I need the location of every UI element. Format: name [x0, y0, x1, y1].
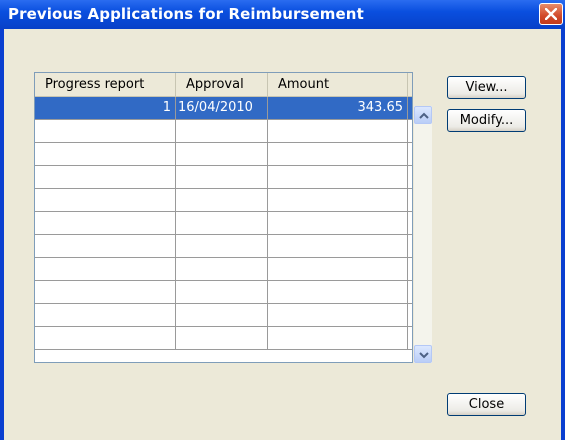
table-row[interactable] — [35, 327, 412, 350]
window-title: Previous Applications for Reimbursement — [8, 5, 364, 23]
table-cell — [176, 212, 268, 234]
table-cell — [176, 189, 268, 211]
scroll-up-button[interactable] — [414, 106, 432, 124]
table-cell — [35, 120, 176, 142]
table-row[interactable] — [35, 235, 412, 258]
table-cell — [268, 304, 408, 326]
table-cell — [176, 258, 268, 280]
table-cell — [176, 120, 268, 142]
table-row[interactable] — [35, 258, 412, 281]
table-cell — [268, 120, 408, 142]
table-cell — [268, 235, 408, 257]
applications-table: Progress report Approval Amount 1 16/04/… — [34, 72, 413, 363]
table-row[interactable] — [35, 143, 412, 166]
table-cell — [268, 281, 408, 303]
table-row[interactable] — [35, 281, 412, 304]
table-cell — [35, 189, 176, 211]
table-cell — [268, 212, 408, 234]
chevron-down-icon — [419, 352, 429, 359]
dialog-client-area: Progress report Approval Amount 1 16/04/… — [4, 29, 561, 440]
chevron-up-icon — [419, 112, 429, 119]
vertical-scrollbar[interactable] — [414, 106, 432, 363]
table-cell — [176, 235, 268, 257]
close-window-button[interactable] — [539, 3, 563, 25]
table-row[interactable] — [35, 120, 412, 143]
table-cell — [176, 143, 268, 165]
table-cell — [35, 258, 176, 280]
title-bar[interactable]: Previous Applications for Reimbursement — [0, 0, 565, 29]
table-cell — [35, 281, 176, 303]
table-cell — [35, 235, 176, 257]
table-cell — [35, 212, 176, 234]
table-row-selected[interactable]: 1 16/04/2010 343.65 — [35, 97, 412, 120]
table-cell — [176, 327, 268, 349]
table-row[interactable] — [35, 166, 412, 189]
table-cell — [268, 189, 408, 211]
cell-progress-report: 1 — [35, 97, 176, 119]
column-header-progress-report[interactable]: Progress report — [35, 73, 176, 96]
table-cell — [268, 166, 408, 188]
scroll-down-button[interactable] — [414, 345, 432, 363]
close-button[interactable]: Close — [447, 393, 526, 416]
dialog-window: Previous Applications for Reimbursement … — [0, 0, 565, 440]
table-cell — [176, 304, 268, 326]
table-header: Progress report Approval Amount — [35, 73, 412, 97]
column-header-amount[interactable]: Amount — [268, 73, 408, 96]
table-cell — [176, 166, 268, 188]
table-row[interactable] — [35, 189, 412, 212]
table-cell — [268, 258, 408, 280]
modify-button[interactable]: Modify... — [447, 109, 526, 132]
column-header-approval[interactable]: Approval — [176, 73, 268, 96]
cell-amount: 343.65 — [268, 97, 408, 119]
table-cell — [268, 327, 408, 349]
table-cell — [35, 143, 176, 165]
table-cell — [35, 166, 176, 188]
cell-approval: 16/04/2010 — [176, 97, 268, 119]
close-icon — [545, 8, 557, 20]
table-cell — [35, 327, 176, 349]
table-cell — [176, 281, 268, 303]
table-row[interactable] — [35, 304, 412, 327]
table-cell — [268, 143, 408, 165]
table-cell — [35, 304, 176, 326]
table-row[interactable] — [35, 212, 412, 235]
view-button[interactable]: View... — [447, 76, 526, 99]
